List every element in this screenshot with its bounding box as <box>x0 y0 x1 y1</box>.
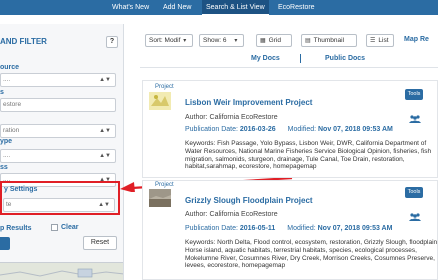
list-view-button[interactable]: ☰ List <box>366 34 394 47</box>
highlighted-settings-box: y Settings te ▲▼ <box>0 181 120 215</box>
grid-label: Grid <box>268 37 281 44</box>
chevron-down-icon: ▲▼ <box>99 153 111 159</box>
result-date-row: Publication Date: 2016-05-11 Modified: N… <box>185 225 392 232</box>
modified-value: Nov 07, 2018 09:53 AM <box>318 126 393 133</box>
chevron-down-icon: ▾ <box>183 38 187 44</box>
filter-source-value: .... <box>3 76 11 83</box>
result-card: Project Grizzly Slough Floodplain Projec… <box>142 180 438 280</box>
result-author: Author: California EcoRestore <box>185 211 278 218</box>
clear-checkbox[interactable] <box>51 224 58 231</box>
filter-settings-label: y Settings <box>4 186 38 193</box>
chevron-down-icon: ▾ <box>234 38 238 44</box>
grid-view-button[interactable]: ▦ Grid <box>256 34 292 47</box>
map-results-toggle[interactable]: p Results <box>0 225 32 232</box>
filter-settings-value: te <box>6 201 12 208</box>
filter-settings-select[interactable]: te ▲▼ <box>3 198 115 212</box>
chevron-down-icon: ▲▼ <box>99 128 111 134</box>
tab-separator <box>300 54 301 63</box>
chevron-down-icon: ▲▼ <box>98 202 110 208</box>
tools-button[interactable]: Tools <box>405 187 423 198</box>
result-date-row: Publication Date: 2016-03-26 Modified: N… <box>185 126 393 133</box>
filter-source-select[interactable]: .... ▲▼ <box>0 73 116 87</box>
tab-public-docs[interactable]: Public Docs <box>325 55 365 62</box>
nav-add-new[interactable]: Add New <box>163 0 191 15</box>
chevron-down-icon: ▲▼ <box>99 77 111 83</box>
result-author: Author: California EcoRestore <box>185 114 278 121</box>
apply-button[interactable] <box>0 237 10 250</box>
map-results-link[interactable]: Map Re <box>404 36 429 43</box>
publication-date-value: 2016-03-26 <box>239 126 276 133</box>
modified-label: Modified: <box>287 126 317 133</box>
publication-date-label: Publication Date: <box>185 126 238 133</box>
publication-date-value: 2016-05-11 <box>239 225 276 232</box>
filter-panel-title: AND FILTER <box>0 37 47 46</box>
result-thumbnail[interactable] <box>149 189 171 207</box>
reset-button[interactable]: Reset <box>83 236 117 250</box>
modified-value: Nov 07, 2018 09:53 AM <box>317 225 393 232</box>
result-title-link[interactable]: Grizzly Slough Floodplain Project <box>185 196 313 205</box>
result-thumbnail[interactable] <box>149 92 171 110</box>
result-title-link[interactable]: Lisbon Weir Improvement Project <box>185 98 312 107</box>
list-icon: ☰ <box>370 38 376 44</box>
clear-label: Clear <box>61 224 79 231</box>
filter-panel: AND FILTER ? ource .... ▲▼ s estore rati… <box>0 24 124 280</box>
tools-button[interactable]: Tools <box>405 89 423 100</box>
nav-whats-new[interactable]: What's New <box>112 0 149 15</box>
nav-search-list-view[interactable]: Search & List View <box>202 0 269 15</box>
filter-type-label: ype <box>0 138 13 145</box>
result-type: Project <box>155 84 174 90</box>
filter-category-select[interactable]: ration ▲▼ <box>0 124 116 138</box>
result-type: Project <box>155 182 174 188</box>
publication-date-label: Publication Date: <box>185 225 238 232</box>
thumbnail-label: Thumbnail <box>313 37 345 44</box>
help-button[interactable]: ? <box>106 36 118 48</box>
filter-access-label: ss <box>0 164 8 171</box>
modified-label: Modified: <box>287 225 316 232</box>
filter-type-value: .... <box>3 152 11 159</box>
sort-label: Sort: Modif <box>149 37 181 44</box>
list-label: List <box>378 37 389 44</box>
top-nav-bar: What's New Add New Search & List View Ec… <box>0 0 438 15</box>
result-keywords: Keywords: Fish Passage, Yolo Bypass, Lis… <box>185 140 432 171</box>
thumbnail-icon: ▤ <box>305 38 311 44</box>
result-keywords: Keywords: North Delta, Flood control, ec… <box>185 239 438 270</box>
thumbnail-view-button[interactable]: ▤ Thumbnail <box>301 34 357 47</box>
doc-tabs: My Docs Public Docs <box>140 50 438 68</box>
clear-option[interactable]: Clear <box>51 224 79 231</box>
people-icon[interactable] <box>409 115 421 123</box>
filter-source-label: ource <box>0 64 20 71</box>
filter-status-value: estore <box>3 101 22 108</box>
filter-status-label: s <box>0 89 4 96</box>
tab-my-docs[interactable]: My Docs <box>251 55 280 62</box>
people-icon[interactable] <box>409 213 421 221</box>
show-count-select[interactable]: Show: 6 ▾ <box>199 34 244 47</box>
show-count-label: Show: 6 <box>203 37 227 44</box>
nav-ecorestore[interactable]: EcoRestore <box>278 0 315 15</box>
result-card: Project Lisbon Weir Improvement Project … <box>142 80 438 178</box>
filter-category-value: ration <box>3 127 20 134</box>
filter-status-input[interactable]: estore <box>0 98 116 112</box>
map-preview-graphic <box>0 268 123 278</box>
grid-icon: ▦ <box>260 38 266 44</box>
filter-type-select[interactable]: .... ▲▼ <box>0 149 116 163</box>
map-preview[interactable] <box>0 262 123 280</box>
sort-select[interactable]: Sort: Modif ▾ <box>145 34 193 47</box>
